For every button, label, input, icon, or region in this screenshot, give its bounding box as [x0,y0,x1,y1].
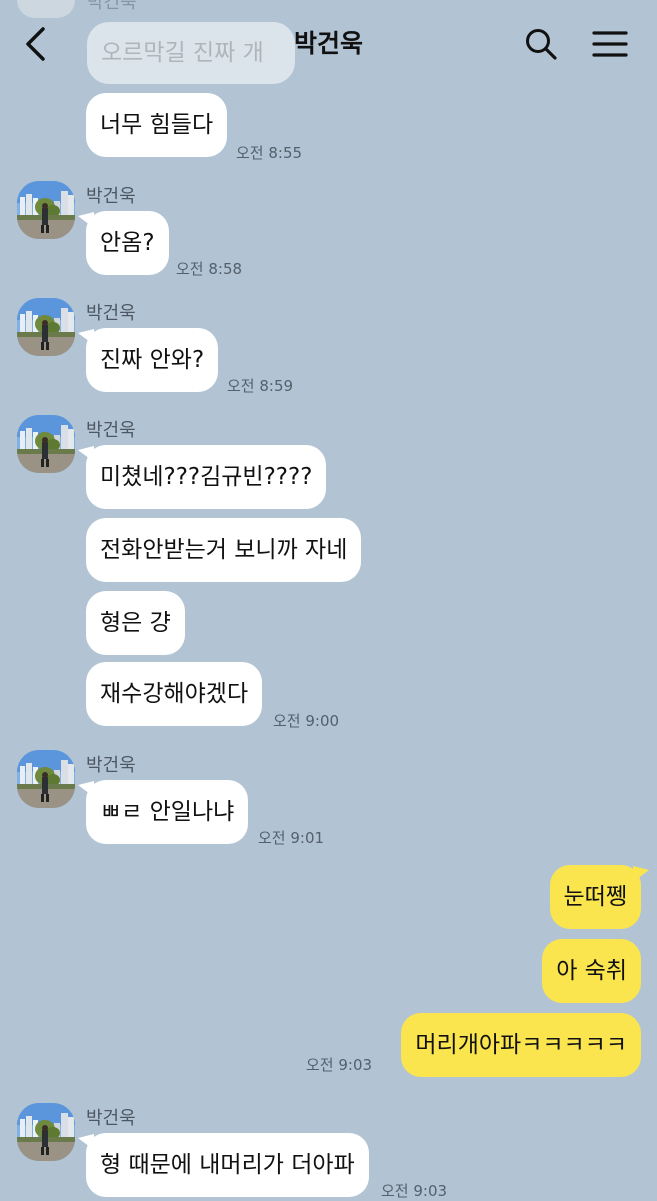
sender-name: 박건욱 [86,186,136,207]
menu-button[interactable] [588,22,632,66]
message-bubble[interactable]: 너무 힘들다 [86,93,228,157]
sender-name: 박건욱 [87,0,137,13]
message-bubble[interactable]: 진짜 안와? [86,328,219,392]
search-icon [526,29,557,60]
message-bubble[interactable]: 재수강해야겠다 [86,662,263,726]
sender-name: 박건욱 [86,755,136,776]
menu-icon [592,31,628,57]
chat-header: 박건욱 박건욱 오르막길 진짜 개 [0,0,657,92]
avatar[interactable] [17,298,75,356]
message-time: 오전 8:59 [227,377,294,395]
message-bubble[interactable]: 아 숙취 [542,939,641,1003]
back-arrow-icon [26,27,45,61]
back-button[interactable] [14,22,58,66]
message-time: 오전 8:55 [236,144,303,162]
avatar[interactable] [17,415,75,473]
message-bubble[interactable]: ㅃㄹ 안일나냐 [86,780,249,844]
avatar[interactable] [17,1103,75,1161]
search-button[interactable] [519,22,563,66]
message-bubble[interactable]: 형 때문에 내머리가 더아파 [86,1133,369,1197]
message-bubble[interactable]: 머리개아파ㅋㅋㅋㅋㅋ [401,1013,641,1077]
message-time: 오전 9:01 [258,829,325,847]
message-bubble[interactable]: 오르막길 진짜 개 [87,22,295,84]
avatar [17,0,75,18]
message-bubble[interactable]: 안옴? [86,211,169,275]
avatar[interactable] [17,181,75,239]
sender-name: 박건욱 [86,303,136,324]
message-bubble[interactable]: 눈떠쩽 [549,865,641,929]
avatar[interactable] [17,750,75,808]
message-bubble[interactable]: 형은 걍 [86,591,185,655]
message-bubble[interactable]: 전화안받는거 보니까 자네 [86,518,362,582]
message-time: 오전 9:03 [306,1056,373,1074]
message-bubble[interactable]: 미쳤네???김규빈???? [86,445,327,509]
sender-name: 박건욱 [86,1108,136,1129]
message-time: 오전 9:03 [381,1182,448,1200]
sender-name: 박건욱 [86,420,136,441]
message-time: 오전 9:00 [273,712,340,730]
message-time: 오전 8:58 [176,260,243,278]
